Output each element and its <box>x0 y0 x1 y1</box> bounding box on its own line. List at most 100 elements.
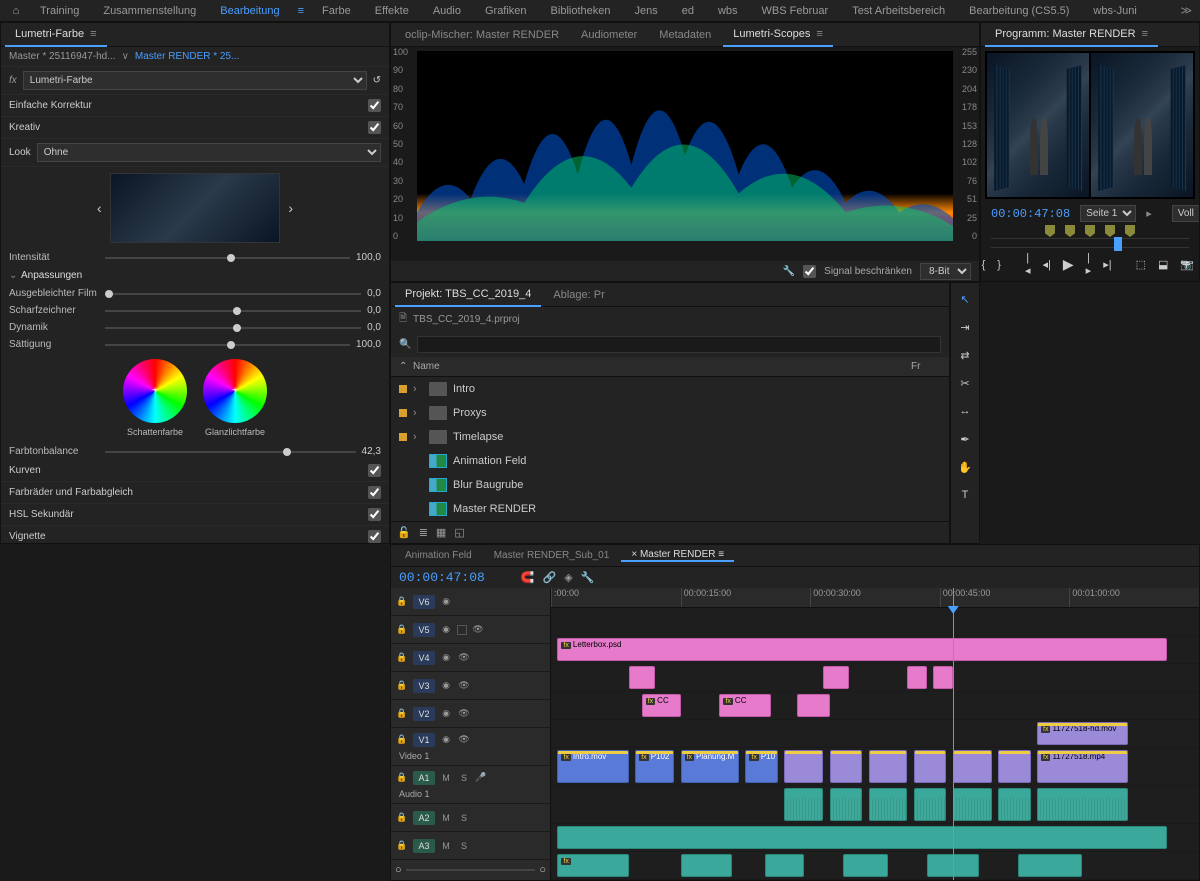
time-ruler[interactable]: :00:00 00:00:15:00 00:00:30:00 00:00:45:… <box>551 588 1199 608</box>
lane-v1[interactable]: fxIntro.mov fxP102 fxPlanung.M fxP10 fx1… <box>551 748 1199 786</box>
clip-cc[interactable]: fxCC <box>719 694 771 717</box>
vibrance-value[interactable]: 0,0 <box>367 322 381 333</box>
lock-icon[interactable]: 🔒 <box>395 812 409 823</box>
marker-icon[interactable] <box>1045 225 1055 237</box>
eye-icon[interactable]: 👁 <box>457 680 471 691</box>
home-icon[interactable]: ⌂ <box>4 5 28 17</box>
sequence-clip-label[interactable]: Master RENDER * 25... <box>135 51 239 62</box>
lane-v3[interactable]: fxCC fxCC <box>551 692 1199 720</box>
timeline-playhead[interactable] <box>953 588 954 880</box>
col-framerate[interactable]: Fr <box>911 361 941 372</box>
bin-intro[interactable]: ›Intro <box>391 377 949 401</box>
lock-icon[interactable]: 🔒 <box>395 652 409 663</box>
track-v6[interactable]: V6 <box>413 595 435 609</box>
eye-icon[interactable]: ◉ <box>439 624 453 635</box>
saturation-value[interactable]: 100,0 <box>356 339 381 350</box>
ws-grafiken[interactable]: Grafiken <box>473 5 539 17</box>
sharp-value[interactable]: 0,0 <box>367 305 381 316</box>
track-v3[interactable]: V3 <box>413 679 435 693</box>
tab-clip-mixer[interactable]: oclip-Mischer: Master RENDER <box>395 23 569 47</box>
tab-audiometer[interactable]: Audiometer <box>571 23 647 47</box>
shadow-tint-wheel[interactable] <box>123 359 187 423</box>
master-clip-label[interactable]: Master * 25116947-hd... <box>9 51 116 62</box>
ws-bibliotheken[interactable]: Bibliotheken <box>539 5 623 17</box>
clip-intro[interactable]: fxIntro.mov <box>557 750 628 783</box>
eye-icon[interactable]: ◉ <box>439 680 453 691</box>
tl-tab-animation[interactable]: Animation Feld <box>395 550 482 561</box>
clip[interactable] <box>998 750 1030 783</box>
tl-tab-sub[interactable]: Master RENDER_Sub_01 <box>484 550 620 561</box>
track-v5[interactable]: V5 <box>413 623 435 637</box>
lock-icon[interactable]: 🔒 <box>395 680 409 691</box>
track-v1[interactable]: V1 <box>413 733 435 747</box>
go-to-out-icon[interactable]: ▸| <box>1103 258 1111 271</box>
seq-master-render[interactable]: Master RENDER <box>391 497 949 521</box>
ws-farbe[interactable]: Farbe <box>310 5 363 17</box>
track-a2[interactable]: A2 <box>413 811 435 825</box>
ws-zusammenstellung[interactable]: Zusammenstellung <box>91 5 208 17</box>
hand-tool-icon[interactable]: ✋ <box>955 457 975 477</box>
rw-lock-icon[interactable]: 🔓 <box>397 526 411 539</box>
clip[interactable] <box>869 750 908 783</box>
intensity-value[interactable]: 100,0 <box>356 252 381 263</box>
ws-menu-icon[interactable]: ≡ <box>292 5 310 17</box>
ws-test[interactable]: Test Arbeitsbereich <box>840 5 957 17</box>
track-a3[interactable]: A3 <box>413 839 435 853</box>
clip-cc[interactable]: fxCC <box>642 694 681 717</box>
highlight-tint-wheel[interactable] <box>203 359 267 423</box>
ws-wbs[interactable]: wbs <box>706 5 750 17</box>
ws-audio[interactable]: Audio <box>421 5 473 17</box>
tab-project[interactable]: Projekt: TBS_CC_2019_4 <box>395 283 541 307</box>
step-back-icon[interactable]: ◂| <box>1042 258 1050 271</box>
ripple-tool-icon[interactable]: ⇄ <box>955 345 975 365</box>
page-next-icon[interactable]: ▸ <box>1146 207 1152 220</box>
limit-signal-checkbox[interactable] <box>803 265 816 278</box>
solo-icon[interactable]: S <box>457 773 471 783</box>
faded-slider[interactable] <box>105 293 361 295</box>
clip-p102[interactable]: fxP102 <box>635 750 674 783</box>
solo-icon[interactable]: S <box>457 813 471 823</box>
tintbalance-value[interactable]: 42,3 <box>362 446 381 457</box>
ws-effekte[interactable]: Effekte <box>363 5 421 17</box>
audio-clip[interactable] <box>869 788 908 821</box>
tab-program[interactable]: Programm: Master RENDER≡ <box>985 23 1158 47</box>
clip-planung[interactable]: fxPlanung.M <box>681 750 739 783</box>
audio-clip[interactable] <box>914 788 946 821</box>
lane-a3[interactable]: fx <box>551 852 1199 880</box>
type-tool-icon[interactable]: T <box>955 485 975 505</box>
timeline-content[interactable]: :00:00 00:00:15:00 00:00:30:00 00:00:45:… <box>551 588 1199 880</box>
audio-clip[interactable] <box>557 826 1166 849</box>
clip[interactable] <box>933 666 952 689</box>
adjust-label[interactable]: Anpassungen <box>21 270 82 281</box>
timeline-zoom-out-icon[interactable]: ○ <box>395 864 402 876</box>
tab-lumetri-scopes[interactable]: Lumetri-Scopes≡ <box>723 23 832 47</box>
razor-tool-icon[interactable]: ✂ <box>955 373 975 393</box>
ws-overflow-icon[interactable]: ≫ <box>1176 4 1196 17</box>
slip-tool-icon[interactable]: ↔ <box>955 401 975 421</box>
track-v2[interactable]: V2 <box>413 707 435 721</box>
ws-training[interactable]: Training <box>28 5 91 17</box>
marker-icon[interactable] <box>1085 225 1095 237</box>
mark-in-icon[interactable]: { <box>982 259 986 271</box>
panel-menu-icon[interactable]: ≡ <box>1142 28 1148 40</box>
clip[interactable] <box>784 750 823 783</box>
clip[interactable] <box>907 666 926 689</box>
section-vignette[interactable]: Vignette <box>9 531 362 542</box>
lane-a1[interactable] <box>551 786 1199 824</box>
panel-menu-icon[interactable]: ≡ <box>90 28 96 40</box>
marker-icon[interactable] <box>1105 225 1115 237</box>
audio-clip[interactable] <box>830 788 862 821</box>
clip-hd[interactable]: fx11727518-hd.mov <box>1037 722 1128 745</box>
sharp-slider[interactable] <box>105 310 361 312</box>
audio-clip[interactable]: fx <box>557 854 628 877</box>
audio-clip[interactable] <box>1018 854 1083 877</box>
eye-icon[interactable]: 👁 <box>471 624 485 635</box>
bin-proxys[interactable]: ›Proxys <box>391 401 949 425</box>
playhead-icon[interactable] <box>1114 237 1122 251</box>
ws-ed[interactable]: ed <box>670 5 706 17</box>
solo-icon[interactable]: S <box>457 841 471 851</box>
lock-icon[interactable]: 🔒 <box>395 734 409 745</box>
expand-all-icon[interactable]: ⌃ <box>399 361 413 372</box>
tab-ablage[interactable]: Ablage: Pr <box>543 283 614 307</box>
intensity-slider[interactable] <box>105 257 350 259</box>
